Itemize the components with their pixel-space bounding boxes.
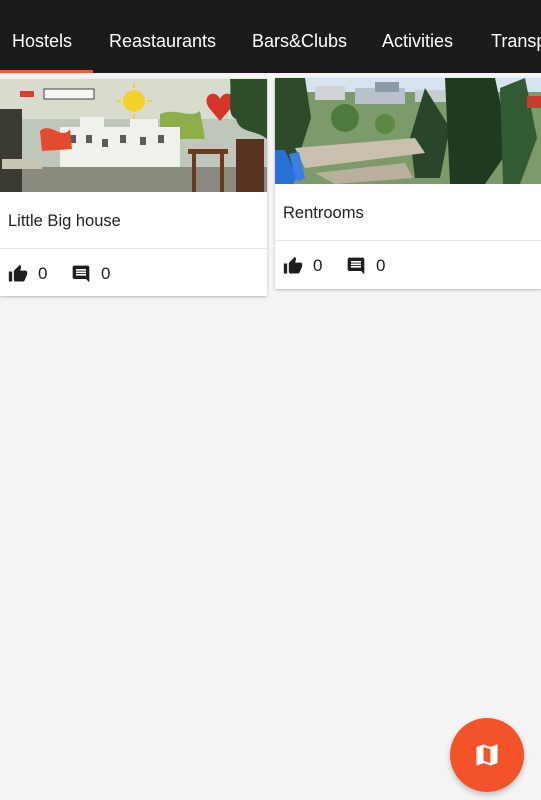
selected-tab-indicator bbox=[0, 70, 93, 73]
card-title: Rentrooms bbox=[283, 204, 364, 222]
category-tab-bar: Hostels Reastaurants Bars&Clubs Activiti… bbox=[0, 0, 541, 73]
map-icon bbox=[476, 744, 498, 766]
tab-bars-clubs[interactable]: Bars&Clubs bbox=[252, 0, 347, 73]
comment-icon bbox=[72, 265, 90, 283]
hostel-photo bbox=[0, 79, 267, 192]
comment-icon bbox=[347, 257, 365, 275]
map-fab-button[interactable] bbox=[450, 718, 524, 792]
thumb-up-icon bbox=[8, 264, 28, 282]
tab-label: Reastaurants bbox=[109, 31, 217, 51]
hostel-photo bbox=[275, 78, 541, 184]
tab-restaurants[interactable]: Reastaurants bbox=[109, 0, 216, 73]
tab-label: Hostels bbox=[12, 31, 73, 51]
like-count: 0 bbox=[38, 264, 48, 283]
like-count: 0 bbox=[313, 256, 323, 275]
like-button[interactable]: 0 bbox=[283, 256, 346, 276]
comment-count: 0 bbox=[376, 256, 386, 275]
card-actions: 0 0 bbox=[283, 251, 385, 281]
card-divider bbox=[0, 248, 267, 249]
comment-button[interactable]: 0 bbox=[71, 264, 110, 284]
tab-hostels[interactable]: Hostels bbox=[12, 0, 72, 73]
tab-label: Transp bbox=[491, 31, 541, 51]
comment-button[interactable]: 0 bbox=[346, 256, 385, 276]
card-actions: 0 0 bbox=[8, 259, 110, 289]
thumb-up-icon bbox=[283, 256, 303, 274]
comment-count: 0 bbox=[101, 264, 111, 283]
tab-label: Activities bbox=[382, 31, 454, 51]
card-title: Little Big house bbox=[8, 212, 121, 230]
tab-activities[interactable]: Activities bbox=[382, 0, 453, 73]
hostel-card[interactable]: Little Big house 0 0 bbox=[0, 79, 267, 296]
like-button[interactable]: 0 bbox=[8, 264, 71, 284]
tab-label: Bars&Clubs bbox=[252, 31, 348, 51]
hostel-card[interactable]: Rentrooms 0 0 bbox=[275, 78, 541, 289]
card-divider bbox=[275, 240, 541, 241]
tab-transport[interactable]: Transp bbox=[491, 0, 541, 73]
